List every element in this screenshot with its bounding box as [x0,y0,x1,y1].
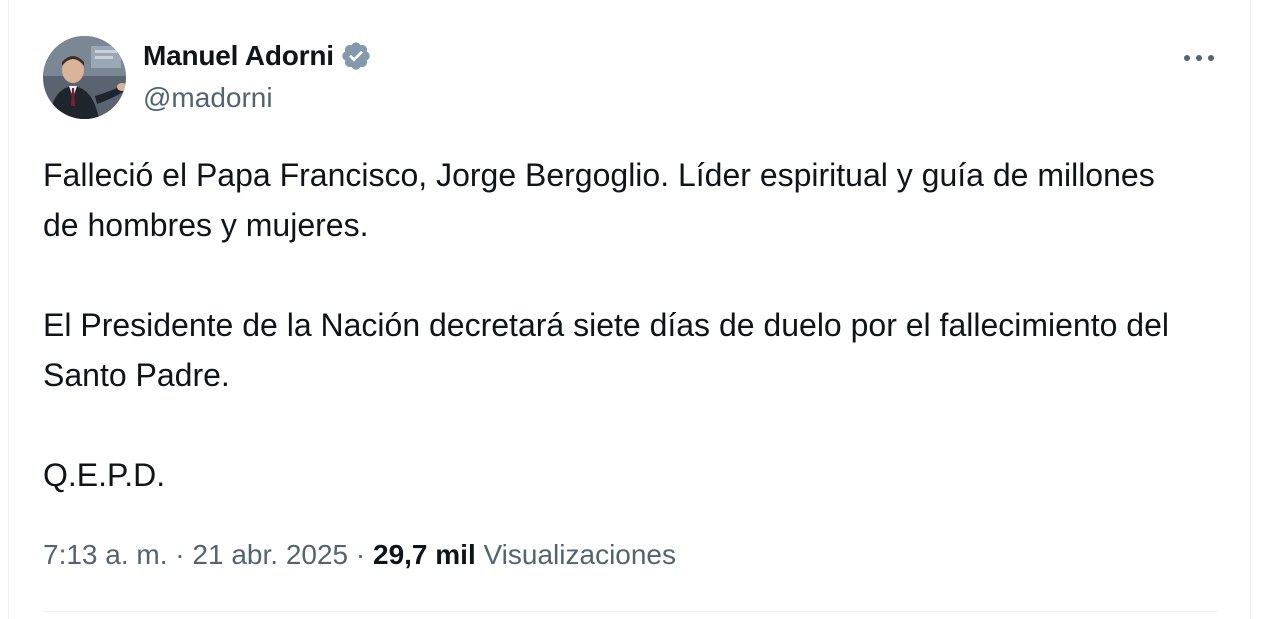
tweet-card: Manuel Adorni @madorni Falleció el Papa … [8,0,1251,619]
meta-separator: · [355,539,366,570]
author-name[interactable]: Manuel Adorni [143,38,334,74]
tweet-timestamp-link[interactable]: 7:13 a. m. · 21 abr. 2025 [43,539,348,570]
avatar[interactable] [43,36,126,119]
author-name-row: Manuel Adorni [143,38,372,74]
tweet-paragraph: Falleció el Papa Francisco, Jorge Bergog… [43,157,1155,243]
tweet-meta: 7:13 a. m. · 21 abr. 2025 · 29,7 mil Vis… [43,536,676,574]
views-label: Visualizaciones [483,539,677,570]
more-options-button[interactable] [1177,40,1221,76]
tweet-paragraph: El Presidente de la Nación decretará sie… [43,307,1169,393]
meta-separator: · [175,539,185,570]
tweet-time: 7:13 a. m. [43,539,168,570]
avatar-image [43,36,126,119]
verified-badge-icon [340,40,372,72]
more-horizontal-icon [1184,55,1214,61]
tweet-date: 21 abr. 2025 [192,539,349,570]
author-handle[interactable]: @madorni [143,80,273,116]
tweet-paragraph: Q.E.P.D. [43,457,166,493]
divider [43,611,1219,612]
tweet-text: Falleció el Papa Francisco, Jorge Bergog… [43,150,1193,500]
views-count: 29,7 mil [373,539,476,570]
